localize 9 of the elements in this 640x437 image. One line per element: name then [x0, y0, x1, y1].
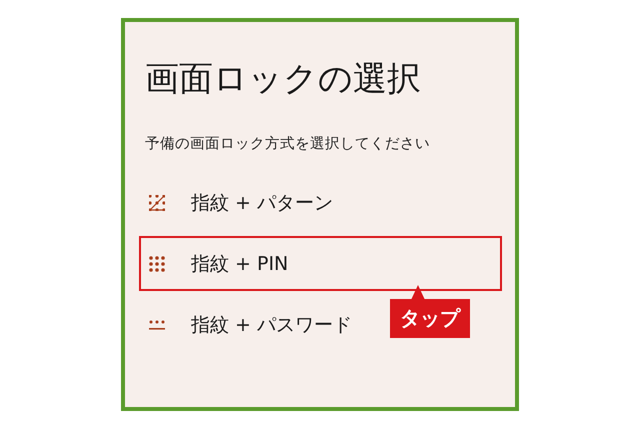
tap-callout: タップ: [390, 299, 470, 338]
highlighted-option[interactable]: 指紋 + PIN: [139, 236, 502, 291]
password-icon: [149, 320, 165, 330]
lock-option[interactable]: 指紋 + パスワード: [139, 297, 362, 352]
lock-option[interactable]: 指紋 + パターン: [139, 175, 343, 230]
screen-title: 画面ロックの選択: [145, 58, 422, 101]
keypad-icon: [149, 256, 165, 272]
instruction-text: 予備の画面ロック方式を選択してください: [145, 134, 431, 153]
pattern-icon: [149, 194, 165, 210]
